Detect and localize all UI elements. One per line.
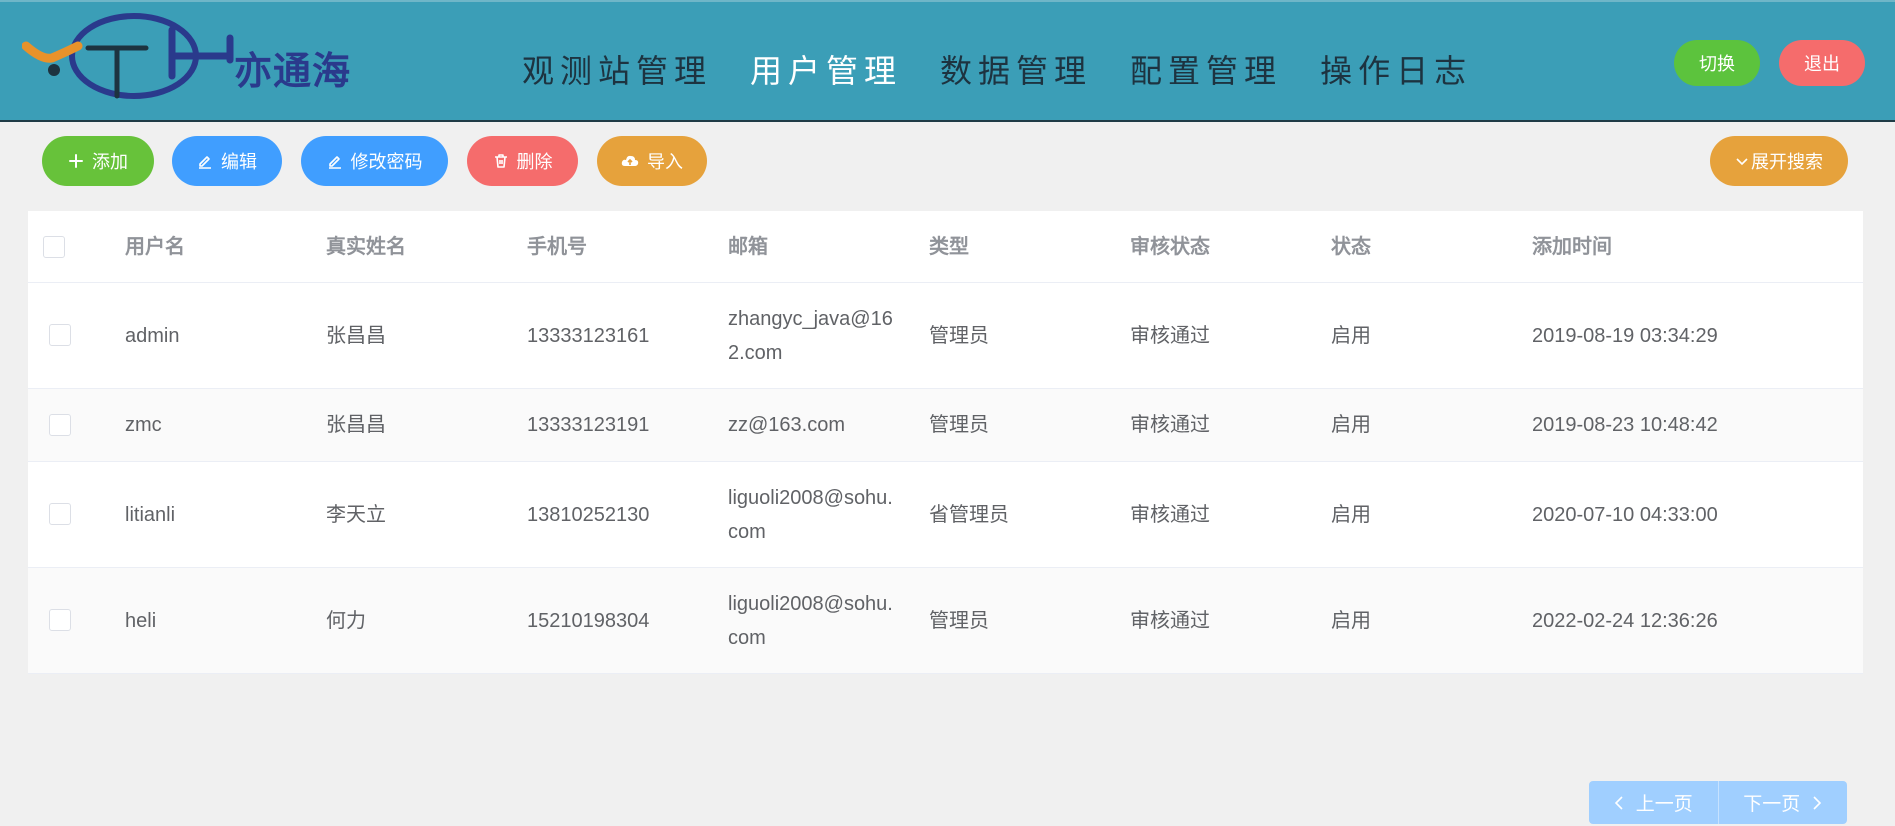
cell-audit-status: 审核通过 — [1130, 324, 1210, 347]
table-row[interactable]: litianli 李天立 13810252130 liguoli2008@soh… — [28, 462, 1863, 568]
nav-item-stations[interactable]: 观测站管理 — [522, 46, 712, 92]
expand-search-button[interactable]: 展开搜索 — [1710, 136, 1848, 186]
column-header-type[interactable]: 类型 — [929, 211, 969, 282]
chevron-right-icon — [1812, 795, 1822, 810]
logo-mark-icon — [21, 13, 234, 99]
logout-button[interactable]: 退出 — [1779, 40, 1865, 86]
row-checkbox[interactable] — [49, 609, 71, 631]
import-label: 导入 — [647, 152, 683, 172]
add-label: 添加 — [92, 152, 128, 172]
cell-phone: 13333123161 — [527, 324, 650, 347]
cell-status: 启用 — [1331, 503, 1371, 526]
pencil-icon — [327, 153, 343, 169]
next-page-button[interactable]: 下一页 — [1717, 781, 1848, 824]
table-row[interactable]: zmc 张昌昌 13333123191 zz@163.com 管理员 审核通过 … — [28, 389, 1863, 462]
select-all-checkbox[interactable] — [43, 236, 65, 258]
cell-email: zhangyc_java@162.com — [728, 307, 893, 364]
nav-item-logs[interactable]: 操作日志 — [1320, 46, 1472, 92]
trash-icon — [493, 153, 509, 169]
cell-real-name: 何力 — [326, 609, 366, 632]
cell-audit-status: 审核通过 — [1130, 609, 1210, 632]
cell-audit-status: 审核通过 — [1130, 414, 1210, 436]
cell-status: 启用 — [1331, 414, 1371, 436]
cell-status: 启用 — [1331, 609, 1371, 632]
user-table: 用户名 真实姓名 手机号 邮箱 类型 审核状态 状态 添加时间 admin 张昌… — [28, 211, 1863, 674]
chevron-left-icon — [1614, 795, 1624, 810]
cell-real-name: 李天立 — [326, 503, 386, 526]
pagination: 上一页 下一页 — [1589, 781, 1847, 824]
cell-type: 管理员 — [929, 414, 989, 436]
cell-phone: 13810252130 — [527, 503, 650, 526]
cell-added-time: 2019-08-19 03:34:29 — [1532, 324, 1718, 347]
import-button[interactable]: 导入 — [597, 136, 707, 186]
column-header-real-name[interactable]: 真实姓名 — [326, 211, 406, 282]
cell-email: liguoli2008@sohu.com — [728, 486, 893, 543]
cell-email: liguoli2008@sohu.com — [728, 592, 893, 649]
table-row[interactable]: admin 张昌昌 13333123161 zhangyc_java@162.c… — [28, 283, 1863, 389]
main-nav: 观测站管理 用户管理 数据管理 配置管理 操作日志 — [522, 46, 1510, 92]
next-page-label: 下一页 — [1743, 794, 1801, 815]
cell-type: 管理员 — [929, 609, 989, 632]
cell-username: zmc — [125, 414, 162, 436]
cell-phone: 15210198304 — [527, 609, 650, 632]
table-row[interactable]: heli 何力 15210198304 liguoli2008@sohu.com… — [28, 568, 1863, 674]
prev-page-button[interactable]: 上一页 — [1589, 781, 1718, 824]
cell-type: 省管理员 — [929, 503, 1009, 526]
cloud-upload-icon — [621, 153, 639, 169]
pencil-icon — [197, 153, 213, 169]
change-password-label: 修改密码 — [350, 152, 423, 172]
brand-logo: 亦通海 — [21, 8, 392, 118]
switch-button[interactable]: 切换 — [1674, 40, 1760, 86]
cell-status: 启用 — [1331, 324, 1371, 347]
nav-item-users[interactable]: 用户管理 — [750, 46, 902, 92]
cell-email: zz@163.com — [728, 414, 846, 436]
row-checkbox[interactable] — [49, 503, 71, 525]
cell-added-time: 2022-02-24 12:36:26 — [1532, 609, 1718, 632]
prev-page-label: 上一页 — [1635, 794, 1693, 815]
cell-phone: 13333123191 — [527, 414, 650, 436]
column-header-status[interactable]: 状态 — [1331, 211, 1371, 282]
cell-type: 管理员 — [929, 324, 989, 347]
cell-real-name: 张昌昌 — [326, 414, 386, 436]
cell-added-time: 2019-08-23 10:48:42 — [1532, 414, 1718, 436]
app-header: 亦通海 观测站管理 用户管理 数据管理 配置管理 操作日志 切换 退出 — [0, 0, 1895, 122]
column-header-email[interactable]: 邮箱 — [728, 211, 898, 282]
column-header-added-time[interactable]: 添加时间 — [1532, 211, 1612, 282]
delete-label: 删除 — [516, 152, 553, 172]
logo-text: 亦通海 — [234, 51, 352, 93]
add-button[interactable]: 添加 — [42, 136, 154, 186]
delete-button[interactable]: 删除 — [467, 136, 578, 186]
column-header-audit-status[interactable]: 审核状态 — [1130, 211, 1210, 282]
row-checkbox[interactable] — [49, 324, 71, 346]
change-password-button[interactable]: 修改密码 — [301, 136, 448, 186]
row-checkbox[interactable] — [49, 414, 71, 436]
nav-item-data[interactable]: 数据管理 — [940, 46, 1092, 92]
column-header-phone[interactable]: 手机号 — [527, 211, 587, 282]
edit-button[interactable]: 编辑 — [172, 136, 282, 186]
cell-username: admin — [125, 324, 180, 347]
cell-username: heli — [125, 609, 157, 632]
nav-item-config[interactable]: 配置管理 — [1130, 46, 1282, 92]
table-header-row: 用户名 真实姓名 手机号 邮箱 类型 审核状态 状态 添加时间 — [28, 211, 1863, 283]
cell-username: litianli — [125, 503, 176, 526]
chevron-down-icon — [1735, 154, 1749, 168]
cell-real-name: 张昌昌 — [326, 324, 386, 347]
plus-icon — [68, 153, 84, 169]
cell-added-time: 2020-07-10 04:33:00 — [1532, 503, 1718, 526]
expand-search-label: 展开搜索 — [1751, 152, 1823, 172]
edit-label: 编辑 — [221, 152, 257, 172]
cell-audit-status: 审核通过 — [1130, 503, 1210, 526]
column-header-username[interactable]: 用户名 — [125, 211, 185, 282]
